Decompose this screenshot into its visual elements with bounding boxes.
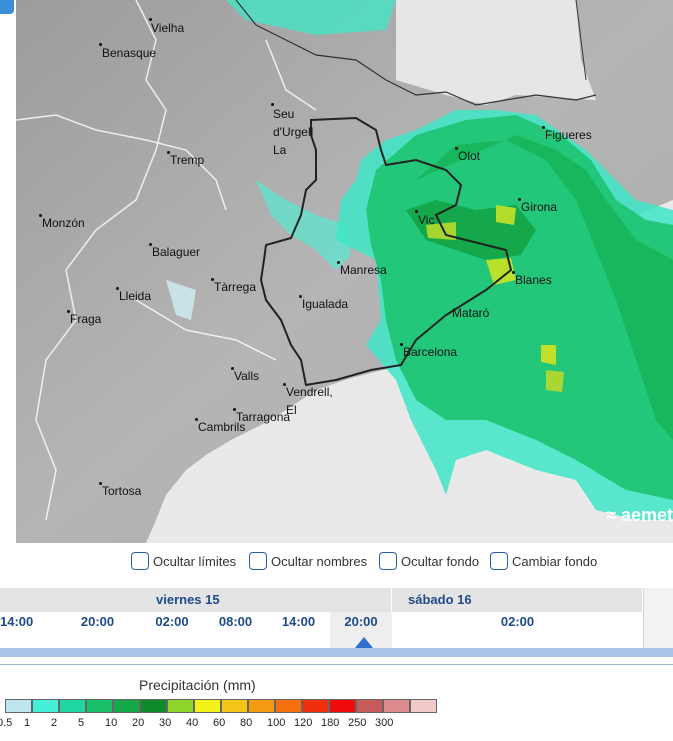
hide-names-checkbox[interactable]: Ocultar nombres [249, 552, 367, 570]
city-label: Fraga [67, 310, 101, 326]
legend-swatch [113, 699, 140, 713]
legend-label: 1 [24, 717, 31, 729]
city-label: Tortosa [99, 482, 141, 498]
legend-label: 250 [348, 717, 367, 729]
legend-label: 300 [375, 717, 394, 729]
city-label: Olot [455, 147, 480, 163]
timeline-marker-icon[interactable] [355, 637, 373, 648]
city-label: Cambrils [195, 418, 245, 434]
city-label: Mataró [452, 306, 490, 320]
checkbox-box[interactable] [379, 552, 397, 570]
change-background-checkbox[interactable]: Cambiar fondo [490, 552, 597, 570]
timeline-day: viernes 15 [140, 588, 392, 612]
checkbox-box[interactable] [249, 552, 267, 570]
legend-swatch [410, 699, 437, 713]
aemet-logo: ≈ aemet [606, 505, 673, 525]
timeline-time[interactable]: 14:00 [267, 612, 331, 648]
legend-label: 30 [159, 717, 172, 729]
city-label: Vic [415, 210, 434, 227]
city-label: Manresa [337, 261, 387, 277]
legend-swatch [329, 699, 356, 713]
city-label: Blanes [512, 271, 552, 287]
city-label: Igualada [299, 295, 348, 311]
legend-swatch [248, 699, 275, 713]
timeline-day: sábado 16 [392, 588, 643, 612]
legend-title: Precipitación (mm) [139, 677, 256, 693]
city-label: La [273, 143, 287, 157]
city-label: Vendrell, [283, 383, 333, 399]
radar-map[interactable]: Vielha Benasque Seu d'Urgell La Tremp Ol… [16, 0, 673, 543]
map-controls: Ocultar límites Ocultar nombres Ocultar … [0, 552, 673, 576]
city-label: Vielha [149, 18, 184, 35]
timeline-time[interactable]: 14:00 [0, 612, 56, 648]
timeline-bar[interactable] [0, 648, 673, 657]
city-label: Tremp [167, 151, 204, 167]
legend-swatch [167, 699, 194, 713]
timeline-day-blank [0, 588, 141, 612]
legend-swatch [356, 699, 383, 713]
city-label: Benasque [99, 43, 156, 60]
hide-background-checkbox[interactable]: Ocultar fondo [379, 552, 479, 570]
legend-swatch [194, 699, 221, 713]
legend-swatch [140, 699, 167, 713]
legend-label: 5 [78, 717, 85, 729]
legend-label: 10 [105, 717, 118, 729]
city-label: Tàrrega [211, 278, 256, 294]
city-label: Monzón [39, 214, 85, 230]
legend-label: 2 [51, 717, 58, 729]
city-label: Balaguer [149, 243, 200, 259]
legend-swatch [5, 699, 32, 713]
timeline-time[interactable]: 08:00 [204, 612, 268, 648]
legend-swatch [221, 699, 248, 713]
legend-swatch [383, 699, 410, 713]
legend-swatch [32, 699, 59, 713]
timeline-time[interactable]: 20:00 [55, 612, 141, 648]
legend-label: 180 [321, 717, 340, 729]
legend-swatch [275, 699, 302, 713]
timeline-time[interactable]: 02:00 [140, 612, 205, 648]
legend-label: 120 [294, 717, 313, 729]
legend-label: 20 [132, 717, 145, 729]
legend-swatch [59, 699, 86, 713]
expand-button[interactable] [0, 0, 14, 14]
city-label: Lleida [116, 287, 151, 303]
legend-label: 40 [186, 717, 199, 729]
city-label: Girona [518, 198, 557, 214]
city-label: Seu [271, 103, 294, 121]
city-label: Valls [231, 367, 259, 383]
timeline: viernes 15 sábado 16 14:00 20:00 02:00 0… [0, 588, 673, 648]
left-strip [0, 0, 16, 543]
legend-label: 0.5 [0, 717, 13, 729]
legend-label: 80 [240, 717, 253, 729]
timeline-time[interactable]: 02:00 [392, 612, 644, 648]
legend-swatch [302, 699, 329, 713]
checkbox-box[interactable] [490, 552, 508, 570]
hide-limits-checkbox[interactable]: Ocultar límites [131, 552, 236, 570]
divider [0, 664, 673, 665]
legend-swatch [86, 699, 113, 713]
city-label: Barcelona [400, 343, 457, 359]
timeline-scroll-area[interactable] [643, 588, 673, 648]
checkbox-box[interactable] [131, 552, 149, 570]
legend-label: 100 [267, 717, 286, 729]
legend-label: 60 [213, 717, 226, 729]
city-label: Figueres [542, 126, 592, 142]
city-label: d'Urgell [273, 125, 314, 139]
